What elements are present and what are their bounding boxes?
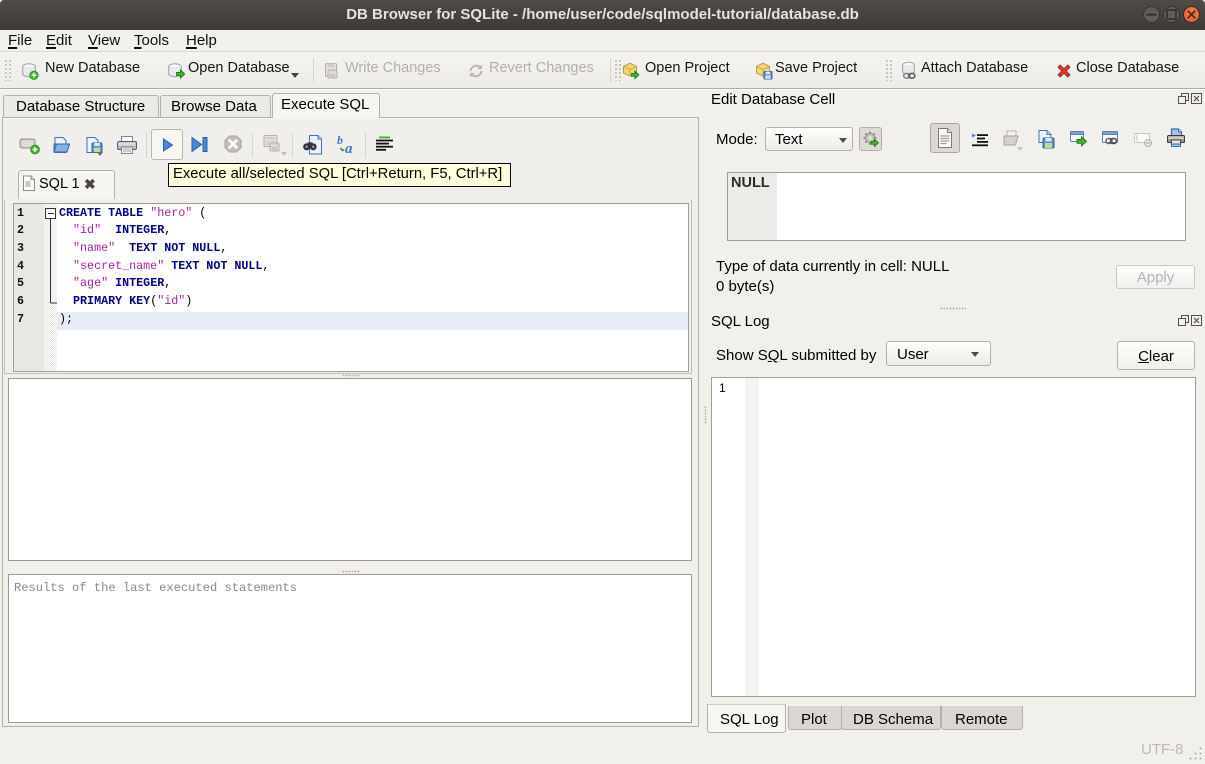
svg-text:b: b: [337, 134, 343, 147]
svg-text:a: a: [345, 141, 353, 156]
